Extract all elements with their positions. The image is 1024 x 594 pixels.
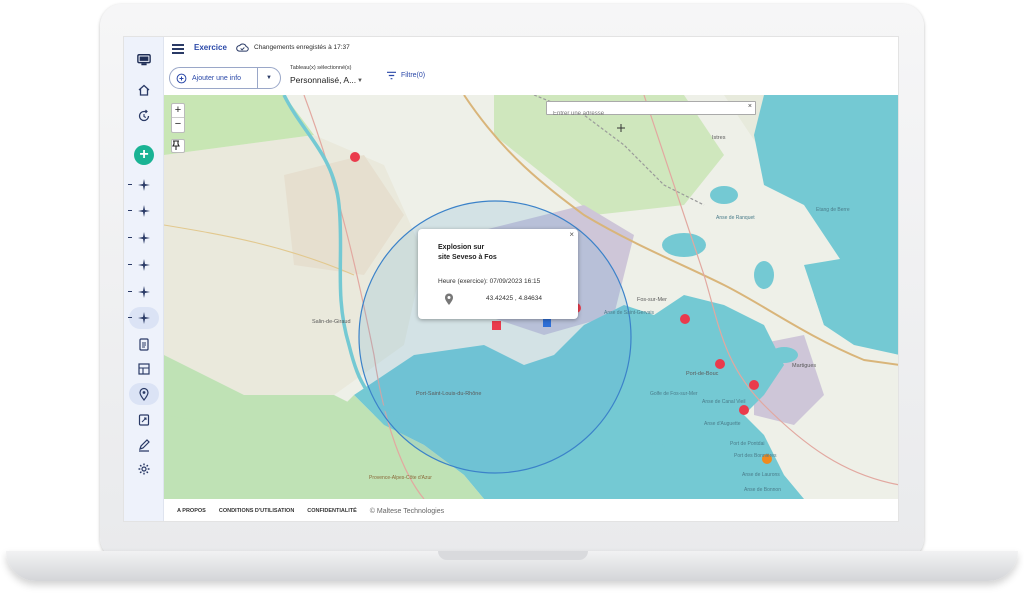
app-screen: + Exercice Changements enregistés à 17:3… xyxy=(123,36,899,522)
map-label: Anse de Ranquet xyxy=(716,215,755,221)
settings-icon[interactable] xyxy=(132,458,156,480)
filter-label: Filtre(0) xyxy=(401,72,426,79)
event-marker[interactable] xyxy=(543,318,551,327)
terms-link[interactable]: CONDITIONS D'UTILISATION xyxy=(219,508,294,514)
plane-icon[interactable] xyxy=(128,174,156,196)
incident-marker[interactable] xyxy=(749,380,759,390)
location-icon xyxy=(445,293,453,305)
map-label: Martigues xyxy=(792,363,816,369)
popup-coordinates: 43.42425 , 4.84634 xyxy=(486,295,543,302)
address-input[interactable] xyxy=(547,108,737,120)
close-icon[interactable]: × xyxy=(569,230,574,239)
map-label: Port-de-Bouc xyxy=(686,371,719,377)
filter-icon xyxy=(387,71,396,80)
pond xyxy=(662,233,706,257)
map-label: Anse de Canal Vieil xyxy=(702,399,746,405)
map-label: Provence-Alpes-Côte d'Azur xyxy=(369,475,432,481)
chevron-down-icon[interactable]: ▼ xyxy=(258,75,280,81)
tables-label: Tableau(x) sélectionné(s) xyxy=(290,65,352,71)
cloud-check-icon xyxy=(236,43,249,52)
zoom-control: + − xyxy=(171,103,185,133)
map-label: Port de Pontdai xyxy=(730,441,764,447)
add-info-label: Ajouter une info xyxy=(192,74,242,82)
map-label: Port-Saint-Louis-du-Rhône xyxy=(416,391,481,397)
zoom-out-button[interactable]: − xyxy=(172,118,184,132)
edit-icon[interactable] xyxy=(132,434,156,456)
clipboard-icon[interactable] xyxy=(132,333,156,355)
menu-icon[interactable] xyxy=(172,44,184,54)
map-label: Port des Bonnières xyxy=(734,453,777,459)
zoom-in-button[interactable]: + xyxy=(172,104,184,118)
tables-select[interactable]: Personnalisé, A... xyxy=(290,75,356,85)
footer: A PROPOS CONDITIONS D'UTILISATION CONFID… xyxy=(164,499,898,521)
map-label: Anse de Saint-Gervais xyxy=(604,310,655,316)
pond xyxy=(770,347,798,363)
copyright: © Maltese Technologies xyxy=(369,507,445,515)
plane-icon[interactable] xyxy=(128,227,156,249)
incident-marker[interactable] xyxy=(715,359,725,369)
chevron-down-icon[interactable]: ▼ xyxy=(357,78,363,84)
map-label: Etang de Berre xyxy=(816,207,850,213)
clear-icon[interactable]: × xyxy=(748,103,752,110)
about-link[interactable]: A PROPOS xyxy=(177,508,206,514)
map-label: Golfe de Fos-sur-Mer xyxy=(650,391,698,397)
privacy-link[interactable]: CONFIDENTIALITÉ xyxy=(307,508,357,514)
add-button[interactable]: + xyxy=(134,145,154,165)
pond xyxy=(710,186,738,204)
pin-icon xyxy=(172,140,180,150)
map-pin-icon[interactable] xyxy=(129,383,159,405)
pond xyxy=(754,261,774,289)
top-bar: Exercice Changements enregistés à 17:37 … xyxy=(164,37,898,95)
plane-icon[interactable] xyxy=(128,281,156,303)
map-label: Anse d'Auguette xyxy=(704,421,741,427)
layout-icon[interactable] xyxy=(132,358,156,380)
map-label: Salin-de-Giraud xyxy=(312,319,351,325)
plane-icon[interactable] xyxy=(128,307,159,329)
add-info-button[interactable]: Ajouter une info ▼ xyxy=(169,67,281,89)
incident-marker[interactable] xyxy=(739,405,749,415)
incident-marker[interactable] xyxy=(350,152,360,162)
home-icon[interactable] xyxy=(132,79,156,101)
document-icon[interactable] xyxy=(132,409,156,431)
map-label: Fos-sur-Mer xyxy=(637,297,667,303)
popup-title: Explosion sur site Seveso à Fos xyxy=(438,244,497,261)
page-title: Exercice xyxy=(194,43,227,52)
save-status: Changements enregistés à 17:37 xyxy=(254,44,350,51)
sidebar: + xyxy=(124,37,164,521)
pin-button[interactable] xyxy=(171,139,185,153)
plane-icon[interactable] xyxy=(128,254,156,276)
add-circle-icon xyxy=(170,73,192,84)
map-view[interactable]: Istres Anse de Ranquet Etang de Berre Fo… xyxy=(164,95,898,499)
popup-time: Heure (exercice): 07/09/2023 16:15 xyxy=(438,278,541,285)
laptop-base xyxy=(6,551,1018,581)
laptop-notch xyxy=(438,551,588,560)
incident-marker[interactable] xyxy=(680,314,690,324)
plane-icon[interactable] xyxy=(128,200,156,222)
map-label: Anse de Laurons xyxy=(742,472,780,478)
history-icon[interactable] xyxy=(132,105,156,127)
address-search: × xyxy=(546,101,756,120)
event-marker[interactable] xyxy=(492,321,501,330)
map-label: Anse de Bonnon xyxy=(744,487,781,493)
event-popup: × Explosion sur site Seveso à Fos Heure … xyxy=(418,229,578,319)
filter-button[interactable]: Filtre(0) xyxy=(386,71,425,80)
map-label: Istres xyxy=(712,135,726,141)
logo-icon[interactable] xyxy=(132,49,156,71)
